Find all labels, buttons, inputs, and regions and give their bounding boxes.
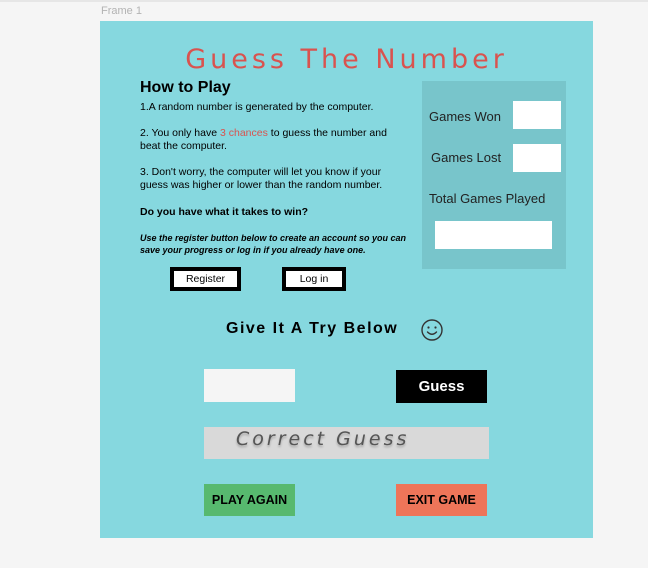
rule-2-text-before: 2. You only have <box>140 127 220 139</box>
result-text: Correct Guess <box>236 428 410 450</box>
chances-highlight: 3 chances <box>220 127 268 139</box>
register-note: Use the register button below to create … <box>140 233 407 255</box>
play-again-button[interactable]: PLAY AGAIN <box>204 484 295 516</box>
games-lost-label: Games Lost <box>431 150 502 165</box>
frame-label: Frame 1 <box>101 5 142 17</box>
guess-button[interactable]: Guess <box>396 370 487 403</box>
canvas-ruler <box>0 0 648 2</box>
games-won-label: Games Won <box>429 109 502 124</box>
try-heading: Give It A Try Below <box>226 320 399 337</box>
guess-input[interactable] <box>204 369 295 402</box>
rule-1: 1.A random number is generated by the co… <box>140 101 374 113</box>
rule-2: 2. You only have 3 chances to guess the … <box>140 127 405 153</box>
rule-3: 3. Don't worry, the computer will let yo… <box>140 166 383 191</box>
total-games-value <box>435 221 552 249</box>
games-won-value <box>513 101 561 129</box>
stats-panel: Games Won Games Lost Total Games Played <box>422 81 566 269</box>
total-games-label: Total Games Played <box>429 191 546 206</box>
result-display: Correct Guess <box>204 427 489 459</box>
exit-game-button[interactable]: EXIT GAME <box>396 484 487 516</box>
login-button[interactable]: Log in <box>282 267 346 291</box>
page-title: Guess The Number <box>185 44 508 75</box>
games-lost-value <box>513 144 561 172</box>
challenge-text: Do you have what it takes to win? <box>140 206 309 218</box>
register-button[interactable]: Register <box>170 267 241 291</box>
smiley-face-icon <box>421 319 443 341</box>
how-to-play-heading: How to Play <box>140 79 231 96</box>
game-frame: Guess The Number How to Play 1.A random … <box>100 21 593 538</box>
